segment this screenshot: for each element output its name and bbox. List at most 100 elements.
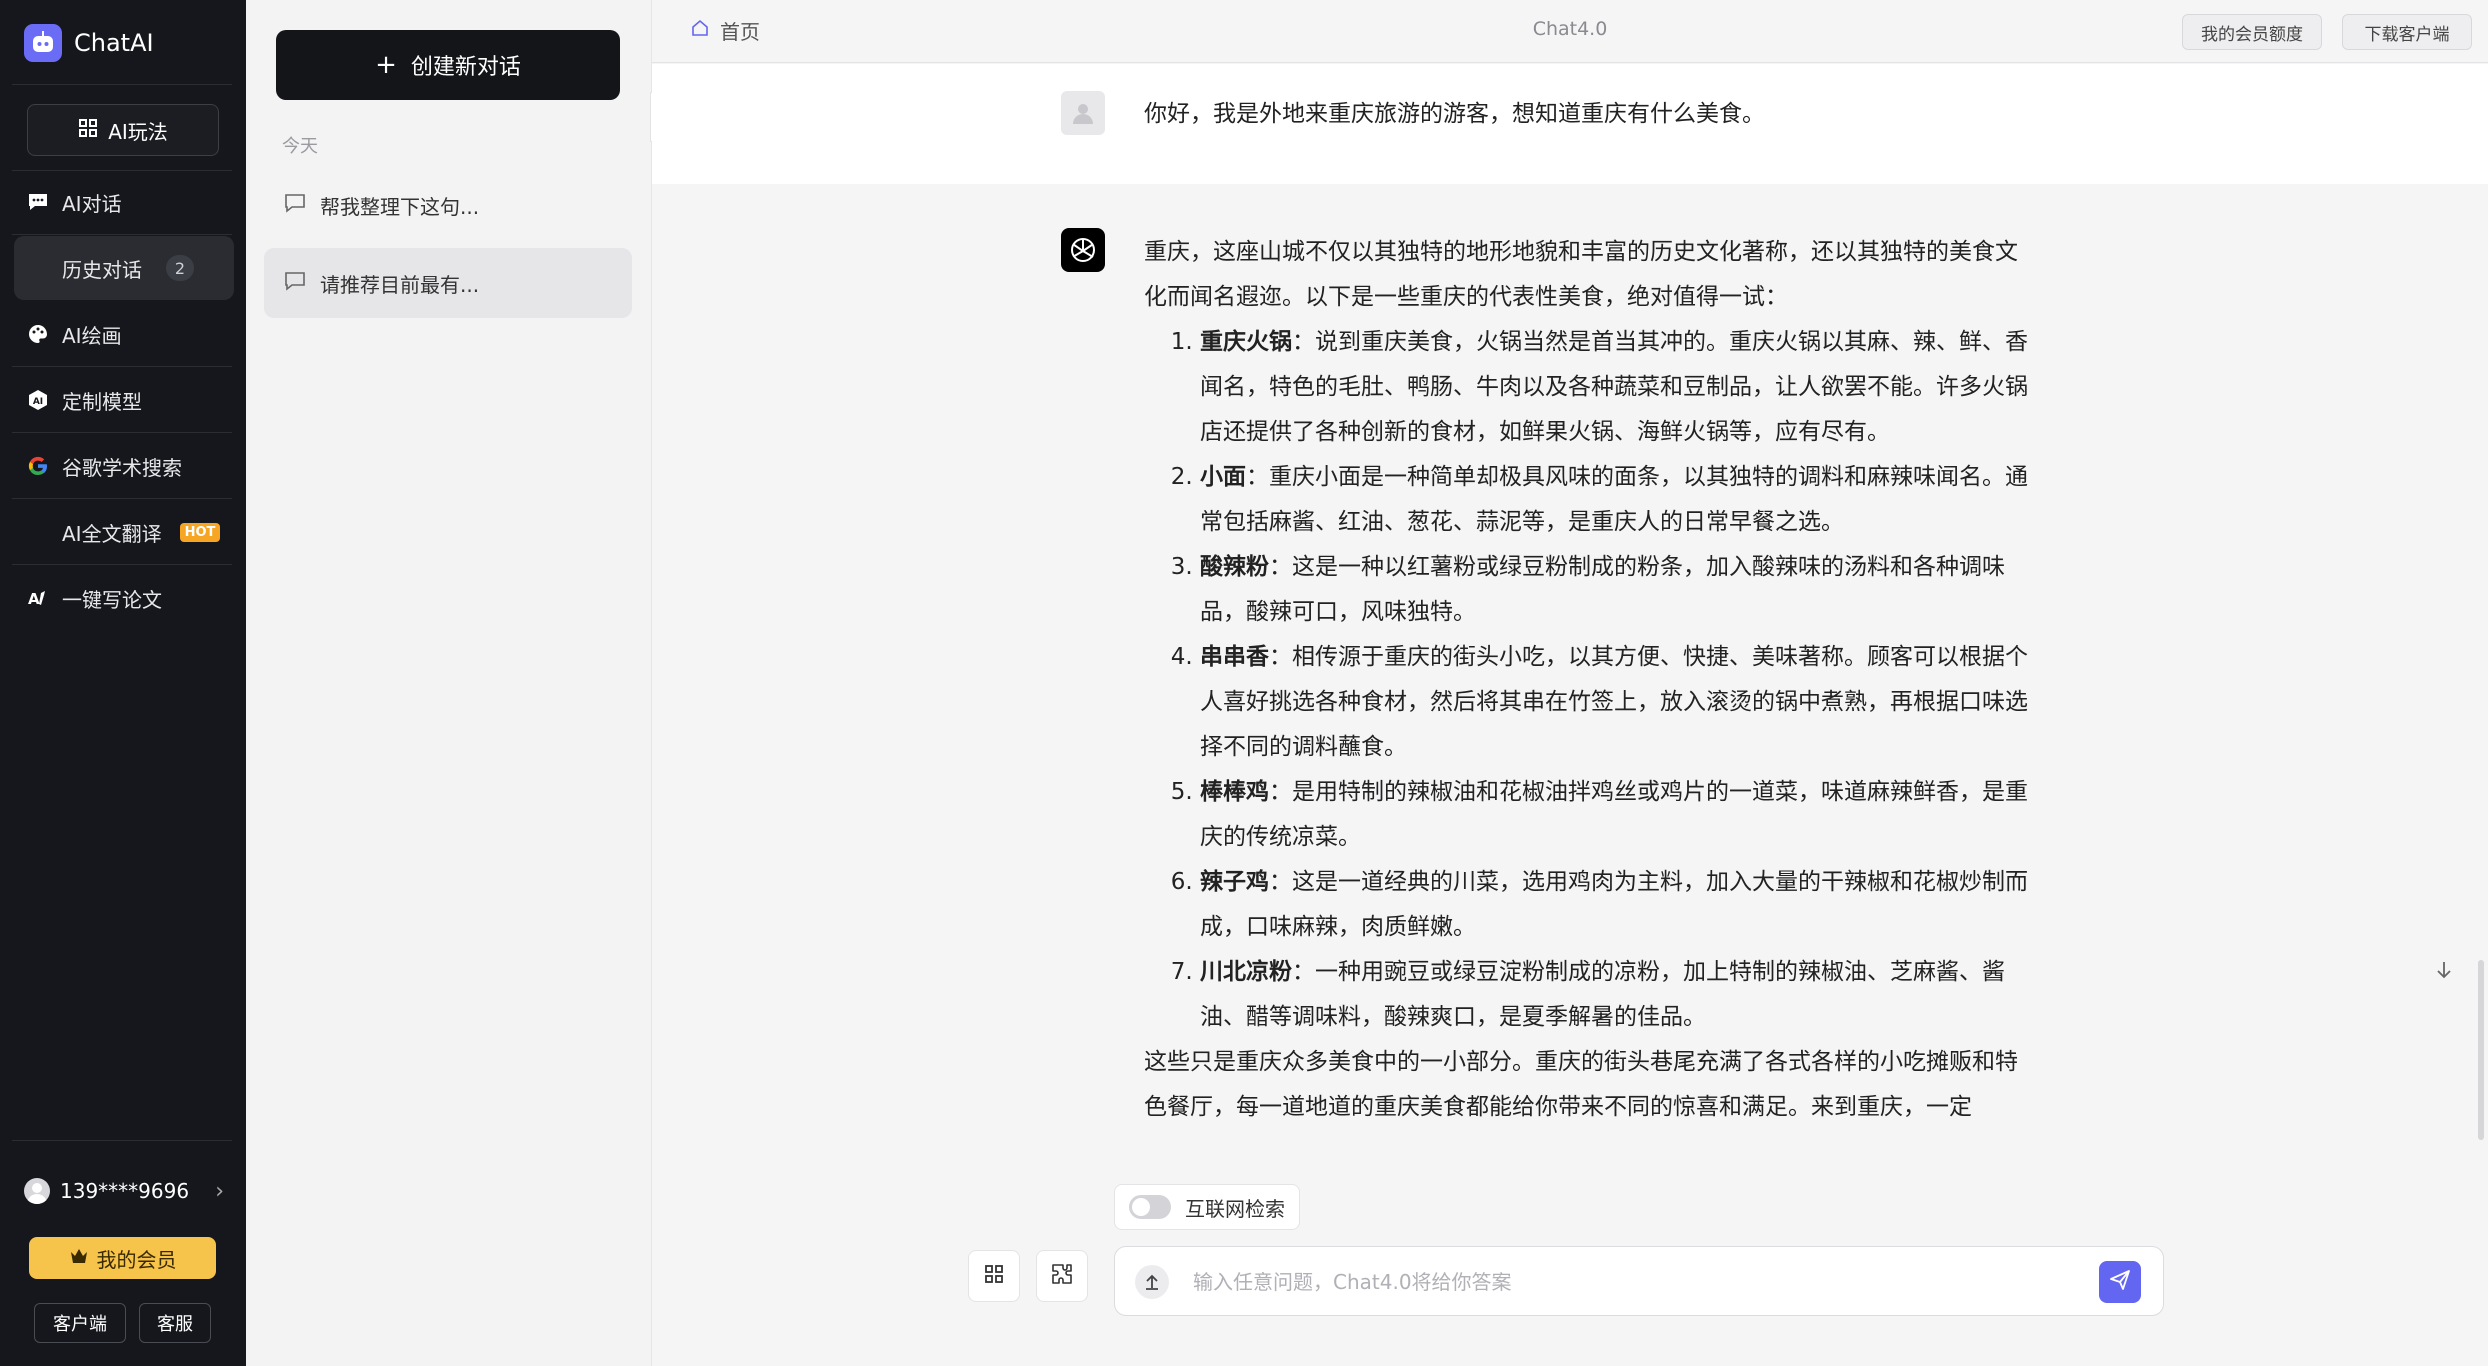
sidebar-item-label: AI对话 — [62, 191, 122, 216]
ai-write-icon: A — [26, 586, 50, 610]
crown-icon — [69, 1246, 89, 1270]
sidebar: ChatAI AI玩法 AI对话 历史对话 2 AI绘画 AI 定制模型 谷歌学… — [0, 0, 246, 1366]
my-membership-button[interactable]: 我的会员 — [29, 1237, 216, 1279]
hot-badge: HOT — [179, 522, 221, 542]
divider — [12, 564, 232, 565]
food-name: 小面 — [1200, 464, 1246, 490]
food-desc: ：重庆小面是一种简单却极具风味的面条，以其独特的调料和麻辣味闻名。通常包括麻酱、… — [1200, 464, 2028, 535]
ai-play-button[interactable]: AI玩法 — [27, 104, 219, 156]
message-composer — [1114, 1246, 2164, 1316]
divider — [12, 498, 232, 499]
food-name: 辣子鸡 — [1200, 869, 1269, 895]
send-icon — [2109, 1269, 2131, 1295]
new-chat-label: 创建新对话 — [410, 55, 521, 80]
food-desc: ：相传源于重庆的街头小吃，以其方便、快捷、美味著称。顾客可以根据个人喜好挑选各种… — [1200, 644, 2028, 760]
sidebar-item-google-scholar[interactable]: 谷歌学术搜索 — [14, 434, 234, 498]
sidebar-item-ai-drawing[interactable]: AI绘画 — [14, 302, 234, 366]
sidebar-item-ai-chat[interactable]: AI对话 — [14, 170, 234, 234]
assistant-message-text: 重庆，这座山城不仅以其独特的地形地貌和丰富的历史文化著称，还以其独特的美食文化而… — [1144, 230, 2040, 1130]
plus-icon: + — [375, 50, 397, 80]
divider — [12, 234, 232, 235]
palette-icon — [26, 322, 50, 346]
scroll-to-bottom-button[interactable] — [2430, 956, 2458, 984]
apps-button[interactable] — [968, 1250, 1020, 1302]
user-message-text: 你好，我是外地来重庆旅游的游客，想知道重庆有什么美食。 — [1144, 101, 1765, 127]
conversation-group-label: 今天 — [282, 136, 318, 157]
history-count-badge: 2 — [166, 255, 194, 281]
web-search-label: 互联网检索 — [1185, 1196, 1285, 1221]
user-phone: 139****9696 — [60, 1179, 190, 1203]
sidebar-item-history[interactable]: 历史对话 2 — [14, 236, 234, 300]
customer-service-button[interactable]: 客服 — [139, 1303, 211, 1343]
chat-bubble-icon — [26, 190, 50, 214]
answer-outro: 这些只是重庆众多美食中的一小部分。重庆的街头巷尾充满了各式各样的小吃摊贩和特色餐… — [1144, 1049, 2018, 1120]
list-item: 辣子鸡：这是一道经典的川菜，选用鸡肉为主料，加入大量的干辣椒和花椒炒制而成，口味… — [1200, 860, 2040, 950]
conversation-title: 帮我整理下这句... — [320, 194, 480, 219]
sidebar-item-label: 定制模型 — [62, 389, 142, 414]
divider — [12, 366, 232, 367]
sidebar-item-write-paper[interactable]: A 一键写论文 — [14, 566, 234, 630]
message-icon — [284, 193, 306, 218]
brand[interactable]: ChatAI — [24, 24, 154, 62]
food-name: 棒棒鸡 — [1200, 779, 1269, 805]
sidebar-item-label: 谷歌学术搜索 — [62, 455, 182, 480]
download-client-button[interactable]: 下载客户端 — [2342, 14, 2472, 50]
conversation-list-panel: + 创建新对话 今天 帮我整理下这句... 请推荐目前最有... — [246, 0, 652, 1366]
divider — [12, 432, 232, 433]
list-item: 棒棒鸡：是用特制的辣椒油和花椒油拌鸡丝或鸡片的一道菜，味道麻辣鲜香，是重庆的传统… — [1200, 770, 2040, 860]
sidebar-item-custom-model[interactable]: AI 定制模型 — [14, 368, 234, 432]
upload-button[interactable] — [1135, 1265, 1169, 1299]
conversation-item[interactable]: 帮我整理下这句... — [264, 170, 632, 240]
message-input[interactable] — [1193, 1261, 2053, 1303]
main-chat-area: 首页 Chat4.0 我的会员额度 下载客户端 你好，我是外地来重庆旅游的游客，… — [652, 0, 2488, 1366]
brand-name: ChatAI — [74, 29, 154, 57]
web-search-toggle[interactable]: 互联网检索 — [1114, 1184, 1300, 1230]
grid-icon — [983, 1263, 1005, 1289]
grid-icon — [78, 118, 98, 143]
sidebar-item-ai-translate[interactable]: AI全文翻译 HOT — [14, 500, 234, 564]
top-bar: 首页 Chat4.0 我的会员额度 下载客户端 — [652, 0, 2488, 63]
ai-model-icon: AI — [26, 388, 50, 412]
user-message: 你好，我是外地来重庆旅游的游客，想知道重庆有什么美食。 — [652, 64, 2488, 184]
list-item: 重庆火锅：说到重庆美食，火锅当然是首当其冲的。重庆火锅以其麻、辣、鲜、香闻名，特… — [1200, 320, 2040, 455]
food-name: 重庆火锅 — [1200, 329, 1292, 355]
openai-logo-icon — [1061, 228, 1105, 272]
food-desc: ：是用特制的辣椒油和花椒油拌鸡丝或鸡片的一道菜，味道麻辣鲜香，是重庆的传统凉菜。 — [1200, 779, 2028, 850]
composer-area: 互联网检索 — [652, 1170, 2488, 1366]
ai-play-label: AI玩法 — [108, 119, 168, 144]
divider — [12, 84, 232, 85]
food-desc: ：一种用豌豆或绿豆淀粉制成的凉粉，加上特制的辣椒油、芝麻酱、酱油、醋等调味料，酸… — [1200, 959, 2005, 1030]
google-icon — [26, 454, 50, 478]
membership-quota-button[interactable]: 我的会员额度 — [2182, 14, 2322, 50]
list-item: 串串香：相传源于重庆的街头小吃，以其方便、快捷、美味著称。顾客可以根据个人喜好挑… — [1200, 635, 2040, 770]
message-icon — [284, 271, 306, 296]
food-desc: ：这是一道经典的川菜，选用鸡肉为主料，加入大量的干辣椒和花椒炒制而成，口味麻辣，… — [1200, 869, 2028, 940]
plugin-button[interactable] — [1036, 1250, 1088, 1302]
sidebar-item-label: AI绘画 — [62, 323, 122, 348]
sidebar-item-label: 历史对话 — [62, 257, 142, 282]
assistant-message: 重庆，这座山城不仅以其独特的地形地貌和丰富的历史文化著称，还以其独特的美食文化而… — [652, 184, 2488, 1170]
toggle-switch[interactable] — [1129, 1195, 1171, 1219]
list-item: 小面：重庆小面是一种简单却极具风味的面条，以其独特的调料和麻辣味闻名。通常包括麻… — [1200, 455, 2040, 545]
send-button[interactable] — [2099, 1261, 2141, 1303]
sidebar-item-label: 一键写论文 — [62, 587, 162, 612]
user-profile-row[interactable]: 139****9696 › — [24, 1170, 224, 1212]
food-name: 串串香 — [1200, 644, 1269, 670]
list-item: 酸辣粉：这是一种以红薯粉或绿豆粉制成的粉条，加入酸辣味的汤料和各种调味品，酸辣可… — [1200, 545, 2040, 635]
client-button[interactable]: 客户端 — [34, 1303, 126, 1343]
answer-intro: 重庆，这座山城不仅以其独特的地形地貌和丰富的历史文化著称，还以其独特的美食文化而… — [1144, 239, 2018, 310]
new-chat-button[interactable]: + 创建新对话 — [276, 30, 620, 100]
conversation-title: 请推荐目前最有... — [320, 272, 480, 297]
conversation-item[interactable]: 请推荐目前最有... — [264, 248, 632, 318]
sidebar-item-label: AI全文翻译 — [62, 521, 162, 546]
food-name: 酸辣粉 — [1200, 554, 1269, 580]
user-avatar-icon — [1061, 91, 1105, 135]
svg-text:A: A — [28, 590, 40, 608]
scrollbar[interactable] — [2478, 960, 2484, 1140]
puzzle-icon — [1050, 1262, 1074, 1290]
food-name: 川北凉粉 — [1200, 959, 1292, 985]
avatar — [24, 1178, 50, 1204]
robot-logo-icon — [24, 24, 62, 62]
list-item: 川北凉粉：一种用豌豆或绿豆淀粉制成的凉粉，加上特制的辣椒油、芝麻酱、酱油、醋等调… — [1200, 950, 2040, 1040]
food-desc: ：这是一种以红薯粉或绿豆粉制成的粉条，加入酸辣味的汤料和各种调味品，酸辣可口，风… — [1200, 554, 2005, 625]
